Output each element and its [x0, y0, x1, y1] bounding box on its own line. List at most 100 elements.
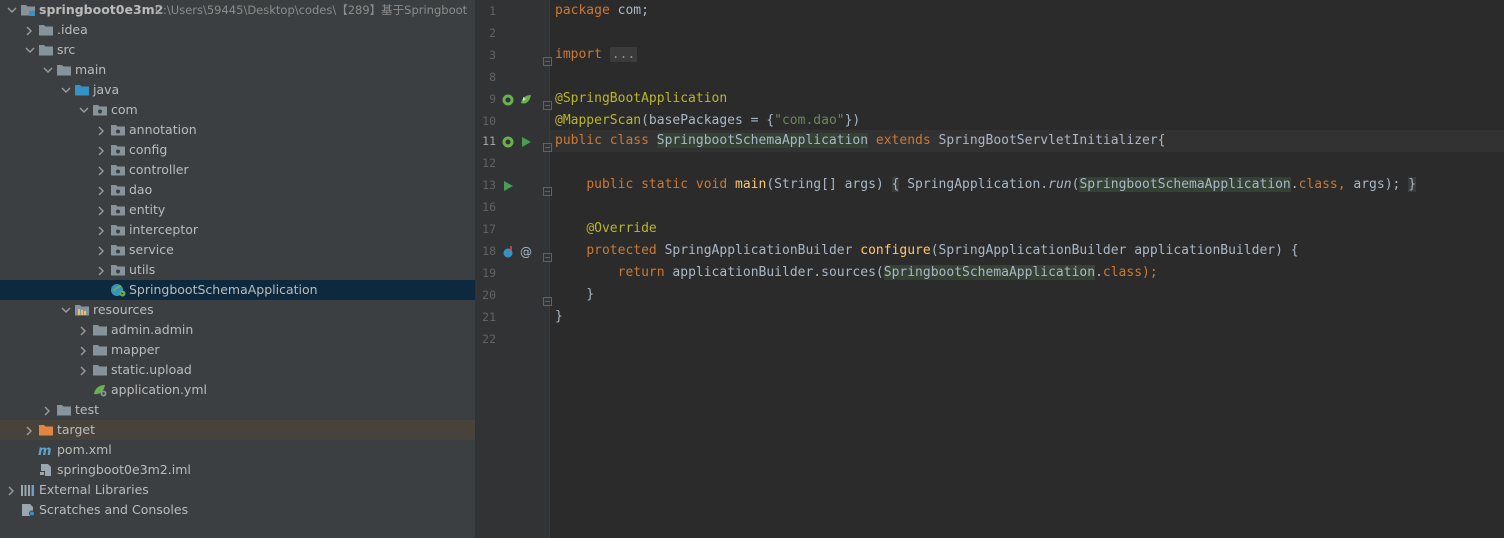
tree-item-label: mapper	[111, 342, 160, 357]
tree-item-service[interactable]: service	[0, 240, 475, 260]
run-icon[interactable]	[501, 178, 515, 192]
tree-item-target[interactable]: target	[0, 420, 475, 440]
code-token: configure	[860, 243, 931, 258]
code-token: SpringApplicationBuilder	[664, 243, 861, 258]
chevron-right-icon[interactable]	[95, 120, 107, 140]
fold-marker-icon[interactable]	[543, 291, 552, 306]
resources-folder-icon	[74, 303, 90, 317]
spring-boot-run-icon[interactable]	[519, 92, 533, 106]
chevron-down-icon[interactable]	[59, 80, 71, 100]
code-token: run	[1048, 177, 1072, 192]
chevron-right-icon[interactable]	[95, 200, 107, 220]
chevron-right-icon[interactable]	[95, 260, 107, 280]
tree-item-controller[interactable]: controller	[0, 160, 475, 180]
line-number: 10	[482, 114, 496, 128]
tree-item-com[interactable]: com	[0, 100, 475, 120]
tree-item-resources[interactable]: resources	[0, 300, 475, 320]
chevron-right-icon[interactable]	[23, 20, 35, 40]
code-token: @SpringBootApplication	[555, 91, 728, 106]
tree-item-label: pom.xml	[57, 442, 112, 457]
tree-item-utils[interactable]: utils	[0, 260, 475, 280]
chevron-right-icon[interactable]	[23, 420, 35, 440]
chevron-right-icon[interactable]	[5, 480, 17, 500]
line-number: 17	[482, 222, 496, 236]
tree-item-java[interactable]: java	[0, 80, 475, 100]
chevron-down-icon[interactable]	[5, 0, 17, 20]
chevron-right-icon[interactable]	[41, 400, 53, 420]
folder-icon	[92, 343, 108, 357]
chevron-right-icon[interactable]	[77, 320, 89, 340]
tree-item-entity[interactable]: entity	[0, 200, 475, 220]
run-icon[interactable]	[519, 134, 533, 148]
tree-item-label: service	[129, 242, 174, 257]
line-number: 9	[489, 92, 496, 106]
code-token: class,	[1298, 177, 1354, 192]
tree-item-label: java	[93, 82, 120, 97]
scratches-icon	[20, 503, 36, 517]
tree-item-config[interactable]: config	[0, 140, 475, 160]
chevron-right-icon[interactable]	[95, 180, 107, 200]
spring-bean-icon[interactable]	[501, 92, 515, 106]
line-number: 12	[482, 156, 496, 170]
code-token: public static void	[586, 177, 736, 192]
tree-item-root[interactable]: springboot0e3m2 C:\Users\59445\Desktop\co…	[0, 0, 475, 20]
folder-icon	[92, 323, 108, 337]
tree-item-test[interactable]: test	[0, 400, 475, 420]
fold-marker-icon[interactable]	[543, 51, 552, 66]
spring-bean-icon[interactable]	[501, 134, 515, 148]
tree-item-iml[interactable]: springboot0e3m2.iml	[0, 460, 475, 480]
at-annotation-icon[interactable]: @	[519, 244, 533, 259]
fold-marker-icon[interactable]	[543, 95, 552, 110]
code-token: SpringbootSchemaApplication	[883, 265, 1096, 280]
tree-item-label: target	[57, 422, 96, 437]
code-token: com;	[617, 3, 649, 18]
maven-icon: m	[38, 443, 54, 457]
chevron-down-icon[interactable]	[41, 60, 53, 80]
chevron-right-icon[interactable]	[77, 360, 89, 380]
tree-item-label: controller	[129, 162, 189, 177]
chevron-down-icon[interactable]	[77, 100, 89, 120]
tree-item-src[interactable]: src	[0, 40, 475, 60]
package-icon	[110, 183, 126, 197]
module-folder-icon	[20, 3, 36, 17]
fold-marker-icon[interactable]	[543, 181, 552, 196]
svg-text:@: @	[520, 245, 532, 259]
chevron-right-icon[interactable]	[95, 160, 107, 180]
tree-item-admin-admin[interactable]: admin.admin	[0, 320, 475, 340]
chevron-right-icon[interactable]	[77, 340, 89, 360]
chevron-right-icon[interactable]	[95, 220, 107, 240]
tree-item-interceptor[interactable]: interceptor	[0, 220, 475, 240]
chevron-down-icon[interactable]	[23, 40, 35, 60]
tree-item-annotation[interactable]: annotation	[0, 120, 475, 140]
tree-item-application-yml[interactable]: application.yml	[0, 380, 475, 400]
tree-item-label: resources	[93, 302, 154, 317]
tree-item-app-class[interactable]: SpringbootSchemaApplication	[0, 280, 475, 300]
code-line: @Override	[555, 218, 656, 240]
chevron-down-icon[interactable]	[59, 300, 71, 320]
code-token: (SpringApplicationBuilder applicationBui…	[930, 243, 1299, 258]
tree-item-label: application.yml	[111, 382, 207, 397]
fold-marker-icon[interactable]	[543, 137, 552, 152]
tree-item-scratches[interactable]: Scratches and Consoles	[0, 500, 475, 520]
code-token: (String[] args)	[766, 177, 892, 192]
code-line: package com;	[555, 0, 649, 22]
tree-item-label: com	[111, 102, 138, 117]
tree-item-idea[interactable]: .idea	[0, 20, 475, 40]
project-path: C:\Users\59445\Desktop\codes\【289】基于Spri…	[155, 3, 468, 17]
tree-item-pom[interactable]: m pom.xml	[0, 440, 475, 460]
chevron-right-icon[interactable]	[95, 240, 107, 260]
tree-item-main[interactable]: main	[0, 60, 475, 80]
chevron-right-icon[interactable]	[95, 140, 107, 160]
tree-item-label: admin.admin	[111, 322, 194, 337]
code-token: SpringBootServletInitializer{	[938, 133, 1166, 148]
tree-item-dao[interactable]: dao	[0, 180, 475, 200]
fold-marker-icon[interactable]	[543, 247, 552, 262]
override-method-icon[interactable]	[501, 244, 515, 258]
tree-item-ext-libs[interactable]: External Libraries	[0, 480, 475, 500]
tree-item-mapper[interactable]: mapper	[0, 340, 475, 360]
tree-item-label: interceptor	[129, 222, 199, 237]
tree-item-static-upload[interactable]: static.upload	[0, 360, 475, 380]
line-number: 1	[489, 4, 496, 18]
folder-icon	[38, 43, 54, 57]
